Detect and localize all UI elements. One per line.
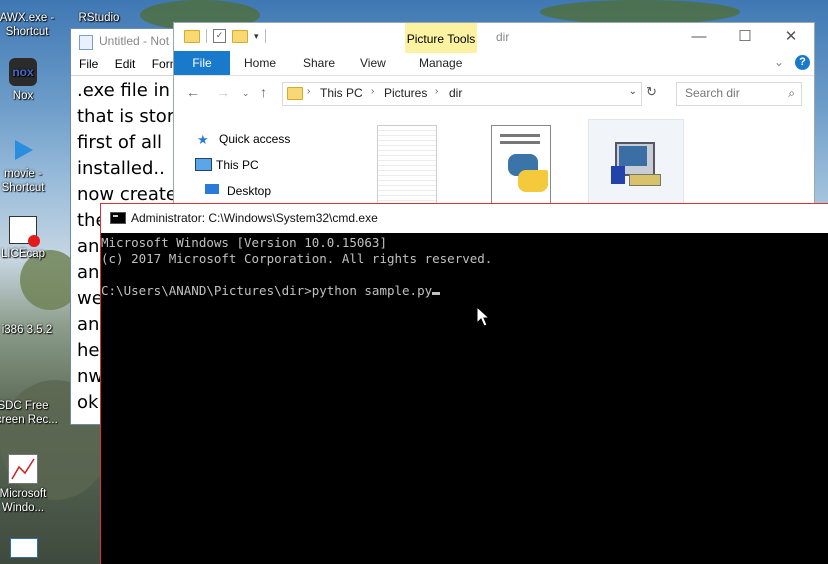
console-prompt-line: C:\Users\ANAND\Pictures\dir>python sampl… [101,283,828,299]
search-icon: ⌕ [788,86,795,100]
file-explorer-window[interactable]: ✓ ▾ Picture Tools dir — ☐ ✕ File Home Sh… [173,22,815,214]
star-icon: ★ [197,132,209,147]
tab-share[interactable]: Share [303,51,335,75]
nav-item-label: Quick access [219,132,291,146]
quick-access-toolbar: ✓ ▾ [184,29,266,43]
new-folder-icon[interactable] [232,29,248,43]
graph-icon [8,454,38,484]
navigation-pane: ★ Quick access This PC Desktop [194,129,364,207]
console-line: Microsoft Windows [Version 10.0.15063] [101,235,387,250]
forward-arrow-icon[interactable]: → [216,84,230,100]
cmd-window[interactable]: Administrator: C:\Windows\System32\cmd.e… [100,203,828,564]
breadcrumb-pictures[interactable]: Pictures [384,86,427,100]
installer-icon [588,119,684,207]
app-icon [14,296,40,320]
desktop-icon-sdc[interactable]: SDC Free Screen Rec... [0,376,58,427]
tab-file[interactable]: File [174,51,230,75]
breadcrumb-separator-icon[interactable]: › [307,86,310,97]
ribbon-tabs: File Home Share View Manage ⌄ ? [174,51,814,76]
computer-icon [195,158,212,171]
nav-item-this-pc[interactable]: This PC [192,155,364,181]
window-title: dir [496,30,510,44]
desktop-icon-label: AWX.exe - Shortcut [0,12,55,38]
close-button[interactable]: ✕ [768,23,814,51]
menu-file[interactable]: File [79,57,98,71]
search-placeholder: Search dir [685,86,740,100]
maximize-button[interactable]: ☐ [722,23,768,51]
tab-view[interactable]: View [360,51,386,75]
divider [206,29,207,43]
desktop-icon [205,184,219,194]
desktop-icon-label: LICEcap [0,248,46,260]
chevron-down-icon[interactable]: ⌄ [629,86,637,97]
breadcrumb-separator-icon[interactable]: › [435,86,438,97]
desktop-icon-microsoft[interactable]: Microsoft Windo... [0,454,58,515]
console-output[interactable]: Microsoft Windows [Version 10.0.15063] (c… [101,233,828,299]
text-cursor [432,292,441,295]
folder-icon[interactable] [184,29,200,43]
desktop-icon-label: Microsoft Windo... [0,488,47,514]
desktop-icon-i386[interactable]: i386 3.5.2 [0,296,62,337]
properties-icon[interactable]: ✓ [213,29,226,43]
desktop-icon-awx[interactable]: AWX.exe - Shortcut [0,0,62,39]
cmd-icon [110,212,126,224]
notepad-icon [79,35,93,50]
breadcrumb-separator-icon[interactable]: › [371,86,374,97]
search-box[interactable]: Search dir ⌕ [676,82,802,106]
notepad-title: Untitled - Not [99,34,170,48]
cmd-title-bar[interactable]: Administrator: C:\Windows\System32\cmd.e… [101,204,828,233]
nav-item-label: Desktop [227,184,272,198]
breadcrumb-dir[interactable]: dir [449,86,462,100]
explorer-title-bar[interactable]: ✓ ▾ Picture Tools dir — ☐ ✕ [174,23,814,53]
file-item[interactable] [588,119,684,207]
python-file-icon [491,125,551,207]
console-command: C:\Users\ANAND\Pictures\dir>python sampl… [101,283,433,298]
desktop-icon-licecap[interactable]: LICEcap [0,216,58,261]
address-bar[interactable]: › This PC › Pictures › dir ⌄ [282,82,642,106]
mouse-pointer-icon [476,306,490,327]
desktop-icon-nox[interactable]: nox Nox [0,58,58,103]
cmd-title: Administrator: C:\Windows\System32\cmd.e… [131,211,378,225]
nox-icon: nox [9,58,37,86]
app-icon [10,376,36,396]
desktop-icon-label: i386 3.5.2 [1,324,53,336]
shortcut-icon [10,0,44,8]
desktop-icon-movie[interactable]: movie - Shortcut [0,136,58,195]
divider [264,29,266,43]
back-arrow-icon[interactable]: ← [186,84,200,100]
up-arrow-icon[interactable]: ↑ [260,84,267,100]
help-icon[interactable]: ? [795,55,810,70]
picture-tools-context-tab: Picture Tools [405,23,477,53]
licecap-icon [9,216,40,247]
desktop-icon-label: movie - Shortcut [1,168,45,194]
nav-item-quick-access[interactable]: ★ Quick access [194,129,364,155]
nav-item-label: This PC [216,158,259,172]
file-list [369,119,789,213]
desktop: AWX.exe - Shortcut RStudio nox Nox movie… [0,0,828,564]
tab-home[interactable]: Home [244,51,276,75]
movie-icon [9,136,37,164]
navigation-bar: ← → ⌄ ↑ › This PC › Pictures › dir ⌄ ↻ S… [174,76,814,110]
expand-ribbon-icon[interactable]: ⌄ [774,55,784,69]
breadcrumb-this-pc[interactable]: This PC [320,86,363,100]
minimize-button[interactable]: — [676,23,722,51]
desktop-icon-rstudio[interactable]: RStudio [64,0,134,25]
file-item[interactable] [377,125,437,207]
text-document-icon [377,125,437,207]
chevron-down-icon[interactable]: ▾ [254,31,259,42]
app-icon[interactable] [10,538,38,558]
desktop-icon-label: RStudio [78,12,120,24]
tab-manage[interactable]: Manage [419,51,462,75]
rstudio-icon [82,0,116,8]
menu-edit[interactable]: Edit [115,57,136,71]
console-line: (c) 2017 Microsoft Corporation. All righ… [101,251,493,266]
desktop-icon-label: SDC Free Screen Rec... [0,400,58,426]
recent-locations-icon[interactable]: ⌄ [242,88,250,99]
file-item[interactable] [491,125,551,207]
desktop-icon-label: Nox [12,90,34,102]
folder-icon [287,87,303,100]
refresh-icon[interactable]: ↻ [646,84,657,100]
